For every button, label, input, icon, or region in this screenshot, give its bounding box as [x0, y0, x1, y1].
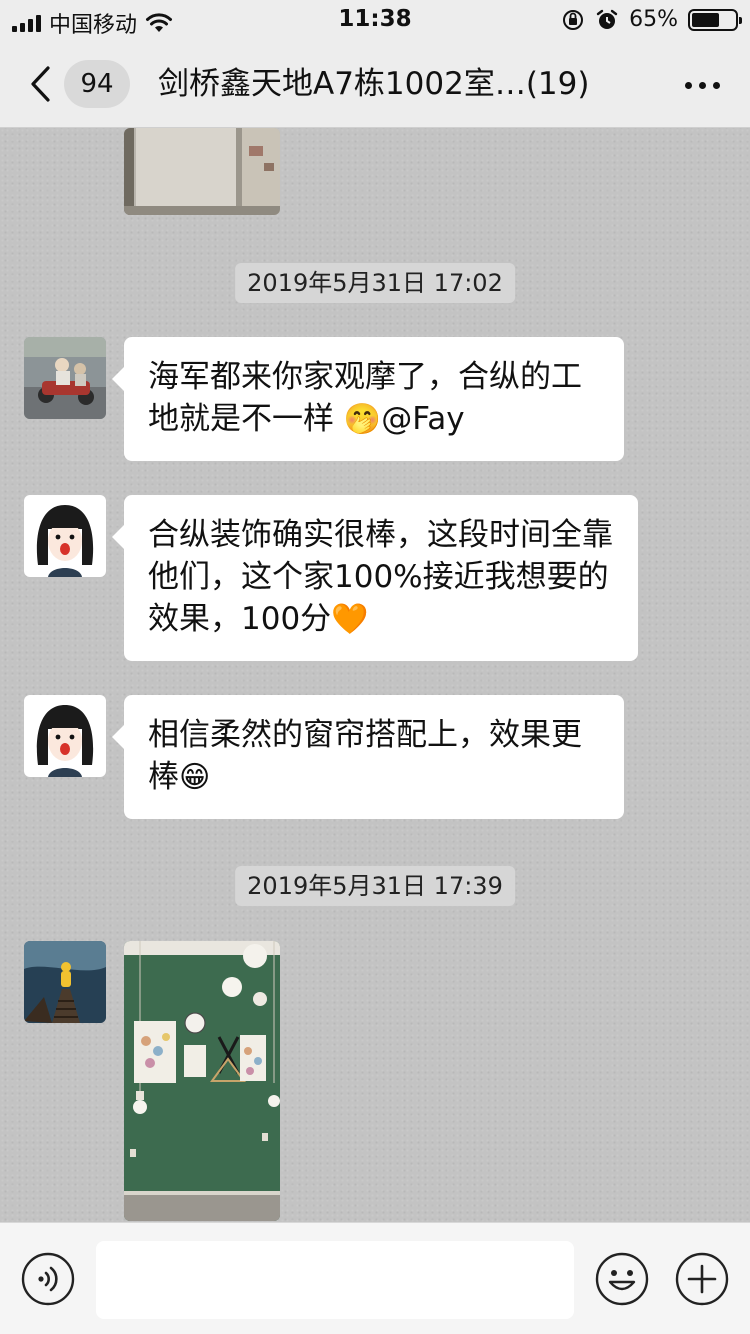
photo-message-partial[interactable] — [124, 128, 280, 215]
message-text: 相信柔然的窗帘搭配上，效果更棒 — [148, 717, 582, 795]
message-bubble[interactable]: 合纵装饰确实很棒，这段时间全靠他们，这个家100%接近我想要的效果，100分🧡 — [112, 495, 638, 661]
timestamp: 2019年5月31日 17:02 — [235, 263, 515, 303]
chat-title[interactable]: 剑桥鑫天地A7栋1002室…(19) — [150, 62, 658, 106]
input-bar — [0, 1222, 750, 1334]
avatar[interactable] — [24, 695, 106, 777]
message-bubble[interactable]: 海军都来你家观摩了，合纵的工地就是不一样 🤭@Fay — [112, 337, 624, 461]
battery-percent: 65% — [629, 7, 678, 32]
voice-icon[interactable] — [21, 1252, 75, 1306]
timestamp: 2019年5月31日 17:39 — [235, 866, 515, 906]
status-bar: 中国移动 11:38 65% — [0, 0, 750, 40]
avatar[interactable] — [24, 941, 106, 1023]
emoji-icon[interactable] — [595, 1252, 649, 1306]
grinning-face-emoji: 😁 — [179, 760, 211, 795]
mention-link[interactable]: @Fay — [381, 401, 464, 437]
unread-count-badge[interactable]: 94 — [64, 60, 130, 108]
back-chevron-icon[interactable] — [28, 64, 54, 104]
photo-message[interactable] — [124, 941, 280, 1221]
chat-header: 94 剑桥鑫天地A7栋1002室…(19) — [0, 40, 750, 128]
alarm-icon — [596, 9, 618, 29]
orange-heart-emoji: 🧡 — [331, 602, 369, 637]
message-input[interactable] — [96, 1241, 574, 1319]
face-with-hand-over-mouth-emoji: 🤭 — [343, 402, 382, 437]
avatar[interactable] — [24, 337, 106, 419]
battery-icon — [688, 8, 742, 31]
more-options-icon[interactable] — [685, 82, 720, 89]
plus-icon[interactable] — [675, 1252, 729, 1306]
orientation-lock-icon — [563, 9, 584, 30]
message-text: 合纵装饰确实很棒，这段时间全靠他们，这个家100%接近我想要的效果，100分 — [148, 517, 613, 637]
avatar[interactable] — [24, 495, 106, 577]
message-bubble[interactable]: 相信柔然的窗帘搭配上，效果更棒😁 — [112, 695, 624, 819]
